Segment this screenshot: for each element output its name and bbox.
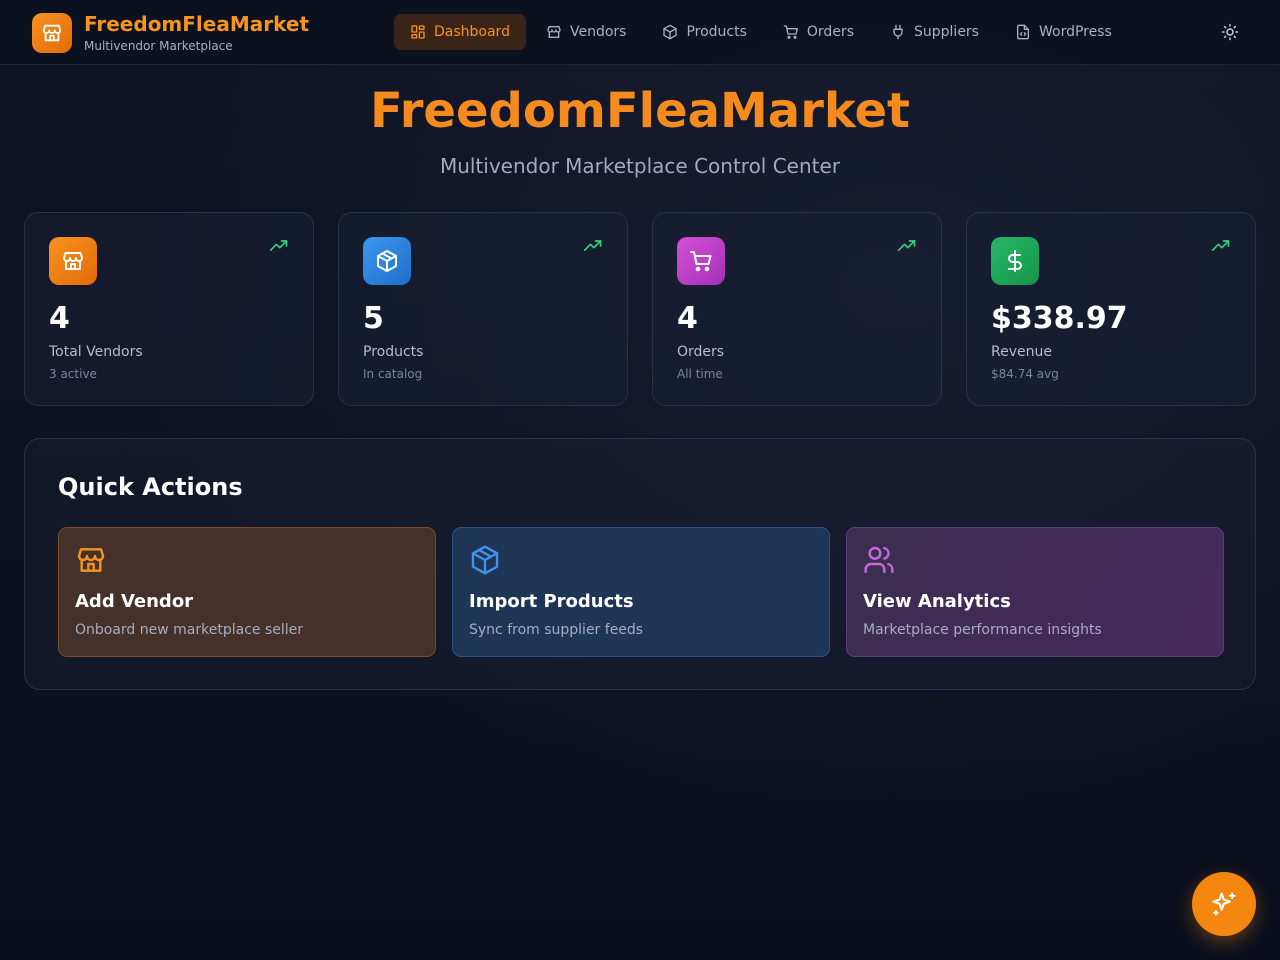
nav-item-suppliers[interactable]: Suppliers xyxy=(874,14,995,50)
store-icon xyxy=(49,237,97,285)
dashboard-grid-icon xyxy=(411,25,425,39)
package-icon xyxy=(363,237,411,285)
store-icon xyxy=(547,26,561,38)
store-icon xyxy=(77,548,105,572)
import-products-button[interactable]: Import Products Sync from supplier feeds xyxy=(452,527,830,657)
action-name: Add Vendor xyxy=(75,591,194,612)
stat-card-vendors: 4 Total Vendors 3 active xyxy=(24,212,314,406)
trending-up-icon xyxy=(1211,240,1230,252)
action-description: Sync from supplier feeds xyxy=(469,622,644,638)
stat-note: 3 active xyxy=(49,367,97,381)
stat-value: $338.97 xyxy=(991,301,1128,336)
stat-note: All time xyxy=(677,367,723,381)
action-name: Import Products xyxy=(469,591,634,612)
package-icon xyxy=(663,24,678,40)
nav-item-vendors[interactable]: Vendors xyxy=(530,14,642,50)
main-nav: Dashboard Vendors Products Orders Suppli… xyxy=(394,14,1132,50)
stat-card-orders: 4 Orders All time xyxy=(652,212,942,406)
stat-label: Total Vendors xyxy=(49,344,143,360)
stat-value: 5 xyxy=(363,301,384,336)
stat-label: Products xyxy=(363,344,424,360)
page-title: FreedomFleaMarket xyxy=(370,83,910,139)
users-icon xyxy=(864,546,894,574)
nav-item-label: Dashboard xyxy=(434,24,510,40)
nav-item-dashboard[interactable]: Dashboard xyxy=(394,14,526,50)
store-icon xyxy=(32,13,72,53)
trending-up-icon xyxy=(897,240,916,252)
stat-card-revenue: $338.97 Revenue $84.74 avg xyxy=(966,212,1256,406)
cart-icon xyxy=(677,237,725,285)
package-icon xyxy=(471,545,499,575)
nav-item-label: Products xyxy=(686,24,747,40)
ai-assistant-button[interactable] xyxy=(1192,872,1256,936)
stat-label: Revenue xyxy=(991,344,1052,360)
nav-item-wordpress[interactable]: WordPress xyxy=(999,14,1128,50)
nav-item-products[interactable]: Products xyxy=(646,14,762,50)
action-name: View Analytics xyxy=(863,591,1011,612)
action-description: Marketplace performance insights xyxy=(863,622,1102,638)
cart-icon xyxy=(783,25,798,39)
trending-up-icon xyxy=(269,240,288,252)
nav-item-label: Orders xyxy=(806,24,854,40)
dollar-icon xyxy=(991,237,1039,285)
add-vendor-button[interactable]: Add Vendor Onboard new marketplace selle… xyxy=(58,527,436,657)
sparkles-icon xyxy=(1212,892,1236,916)
stat-card-products: 5 Products In catalog xyxy=(338,212,628,406)
stat-label: Orders xyxy=(677,344,725,360)
nav-item-orders[interactable]: Orders xyxy=(767,14,870,50)
nav-item-label: Suppliers xyxy=(914,24,979,40)
plug-icon xyxy=(893,24,903,40)
page-subtitle: Multivendor Marketplace Control Center xyxy=(439,154,841,178)
trending-up-icon xyxy=(583,240,602,252)
action-description: Onboard new marketplace seller xyxy=(75,622,304,638)
stat-value: 4 xyxy=(49,301,70,336)
quick-actions-title: Quick Actions xyxy=(58,473,243,501)
stat-note: $84.74 avg xyxy=(991,367,1059,381)
view-analytics-button[interactable]: View Analytics Marketplace performance i… xyxy=(846,527,1224,657)
brand-subtitle: Multivendor Marketplace xyxy=(84,39,233,53)
quick-actions-panel: Quick Actions Add Vendor Onboard new mar… xyxy=(24,438,1256,690)
brand-name: FreedomFleaMarket xyxy=(84,12,309,36)
brand[interactable]: FreedomFleaMarket Multivendor Marketplac… xyxy=(32,12,309,54)
stat-value: 4 xyxy=(677,301,698,336)
theme-toggle-button[interactable] xyxy=(1216,18,1244,46)
stat-note: In catalog xyxy=(363,367,423,381)
nav-item-label: WordPress xyxy=(1038,24,1112,40)
file-code-icon xyxy=(1016,24,1029,40)
top-navigation-bar: FreedomFleaMarket Multivendor Marketplac… xyxy=(0,0,1280,65)
nav-item-label: Vendors xyxy=(569,24,627,40)
sun-icon xyxy=(1221,23,1239,41)
